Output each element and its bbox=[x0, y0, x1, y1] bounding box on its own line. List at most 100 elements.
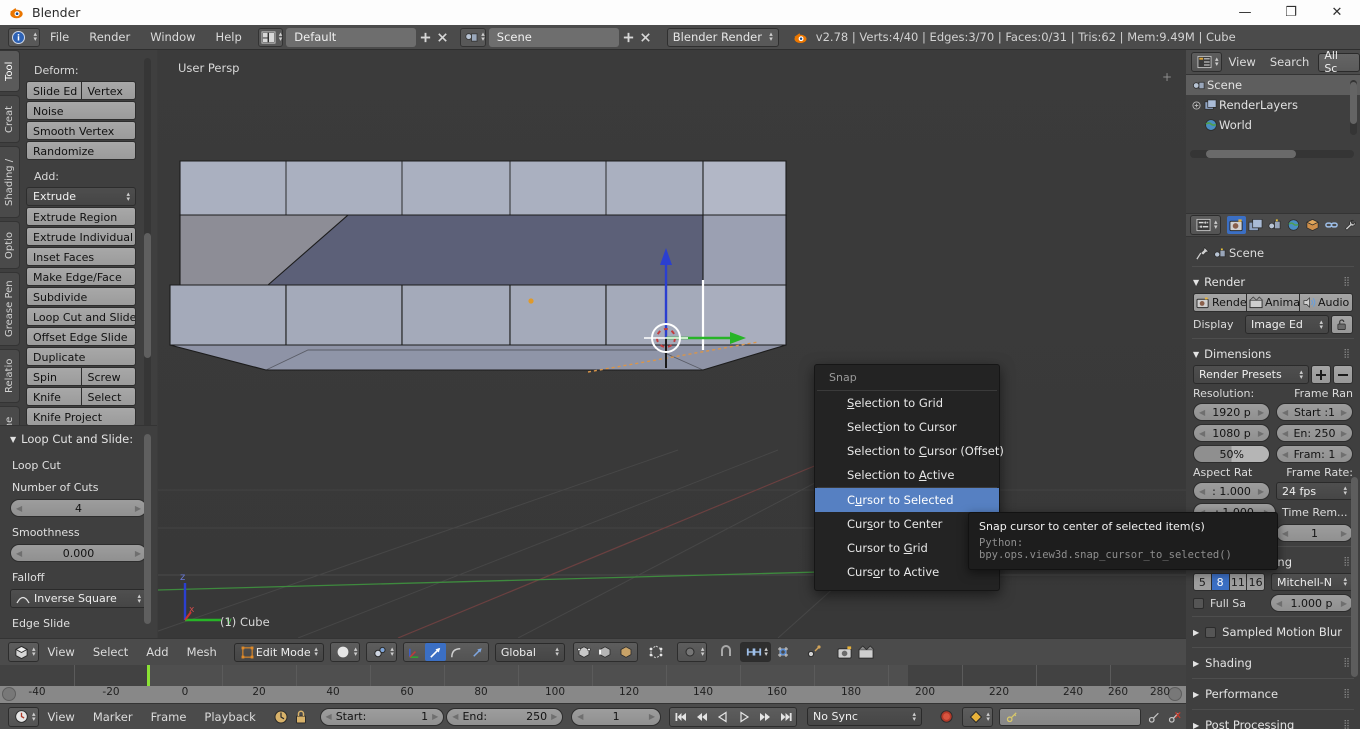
face-select-icon[interactable] bbox=[616, 643, 637, 661]
aa-sample-11[interactable]: 11 bbox=[1228, 574, 1247, 590]
drag-handle-icon[interactable]: ⣿ bbox=[1343, 689, 1351, 699]
minimize-button[interactable]: — bbox=[1222, 0, 1268, 25]
render-presets-dropdown[interactable]: Render Presets ▴ ▾ bbox=[1193, 365, 1309, 384]
increment-icon[interactable]: ▶ bbox=[135, 549, 141, 558]
pivot-center-icon[interactable] bbox=[804, 643, 825, 661]
timeline-menu-frame[interactable]: Frame bbox=[142, 710, 196, 724]
expand-icon[interactable] bbox=[1190, 100, 1202, 110]
drag-handle-icon[interactable]: ⣿ bbox=[1343, 277, 1351, 287]
properties-tab-modifiers[interactable] bbox=[1341, 216, 1360, 234]
snap-element-dropdown[interactable]: ▴ ▾ bbox=[740, 642, 771, 662]
menu-window[interactable]: Window bbox=[140, 25, 205, 50]
decrement-icon[interactable]: ◀ bbox=[16, 549, 22, 558]
tool-knife-select[interactable]: Knife Select bbox=[26, 387, 136, 406]
lock-interface-button[interactable] bbox=[1331, 315, 1353, 334]
play-icon[interactable] bbox=[733, 708, 754, 726]
performance-panel-header[interactable]: ▶ Performance ⣿ bbox=[1186, 683, 1360, 705]
properties-scrollbar[interactable] bbox=[1351, 477, 1358, 677]
tool-duplicate[interactable]: Duplicate bbox=[26, 347, 136, 366]
tool-knife[interactable]: Knife bbox=[27, 388, 81, 405]
decrement-icon[interactable]: ◀ bbox=[1199, 487, 1205, 496]
frame-end-field[interactable]: ◀ End: 250 ▶ bbox=[446, 707, 564, 726]
frame-start-field[interactable]: ◀ Start :1 ▶ bbox=[1276, 403, 1353, 421]
decrement-icon[interactable]: ◀ bbox=[1282, 450, 1288, 459]
fast-forward-icon[interactable] bbox=[754, 708, 775, 726]
tool-select[interactable]: Select bbox=[80, 388, 136, 405]
render-panel-header[interactable]: ▼ Render ⣿ bbox=[1186, 271, 1360, 293]
number-of-cuts-field[interactable]: ◀ 4 ▶ bbox=[10, 499, 147, 517]
properties-tab-renderlayers[interactable] bbox=[1246, 216, 1265, 234]
timeline-editor-type-button[interactable]: ▴ ▾ bbox=[8, 706, 39, 727]
increment-icon[interactable]: ▶ bbox=[1341, 529, 1347, 538]
outliner-scrollbar[interactable] bbox=[1350, 80, 1357, 135]
operator-panel-scrollbar[interactable] bbox=[144, 434, 151, 624]
tool-loop-cut-and-slide[interactable]: Loop Cut and Slide bbox=[26, 307, 136, 326]
render-camera-icon[interactable] bbox=[835, 643, 856, 661]
smoothness-field[interactable]: ◀ 0.000 ▶ bbox=[10, 544, 147, 562]
time-remap-new-field[interactable]: ◀ 1 ▶ bbox=[1276, 524, 1353, 542]
rewind-icon[interactable] bbox=[691, 708, 712, 726]
increment-icon[interactable]: ▶ bbox=[649, 712, 655, 721]
snap-magnet-icon[interactable] bbox=[715, 643, 736, 661]
increment-icon[interactable]: ▶ bbox=[1341, 450, 1347, 459]
delete-screen-button[interactable] bbox=[435, 29, 450, 46]
decrement-icon[interactable]: ◀ bbox=[1199, 408, 1205, 417]
tool-vertex[interactable]: Vertex bbox=[80, 82, 136, 99]
viewport-menu-add[interactable]: Add bbox=[137, 645, 177, 659]
viewport-shading-dropdown[interactable]: ▴ ▾ bbox=[329, 642, 361, 662]
add-screen-button[interactable] bbox=[418, 29, 433, 46]
rotate-manipulator-icon[interactable] bbox=[424, 643, 446, 661]
screen-name-field[interactable]: Default bbox=[286, 27, 417, 47]
screen-layout-selector[interactable]: ▴ ▾ bbox=[257, 27, 284, 47]
shading-panel-header[interactable]: ▶ Shading ⣿ bbox=[1186, 652, 1360, 674]
tool-spin[interactable]: Spin bbox=[27, 368, 81, 385]
increment-icon[interactable]: ▶ bbox=[1258, 429, 1264, 438]
properties-tab-world[interactable] bbox=[1284, 216, 1303, 234]
drag-handle-icon[interactable]: ⣿ bbox=[1343, 720, 1351, 729]
maximize-button[interactable]: ❐ bbox=[1268, 0, 1314, 25]
render-engine-selector[interactable]: Blender Render ▴ ▾ bbox=[666, 27, 779, 47]
increment-icon[interactable]: ▶ bbox=[1258, 408, 1264, 417]
decrement-icon[interactable]: ◀ bbox=[452, 712, 458, 721]
tool-smooth-vertex[interactable]: Smooth Vertex bbox=[26, 121, 136, 140]
toolshelf-tab-grease-pencil[interactable]: Grease Pen bbox=[0, 272, 20, 346]
pin-icon[interactable] bbox=[1193, 244, 1211, 262]
edge-select-icon[interactable] bbox=[595, 643, 616, 661]
menu-help[interactable]: Help bbox=[206, 25, 252, 50]
increment-icon[interactable]: ▶ bbox=[432, 712, 438, 721]
keying-set-field[interactable] bbox=[998, 707, 1142, 726]
dimensions-panel-header[interactable]: ▼ Dimensions ⣿ bbox=[1186, 343, 1360, 365]
resolution-percent-slider[interactable]: 50% bbox=[1193, 445, 1270, 463]
properties-tab-scene[interactable] bbox=[1265, 216, 1284, 234]
toolshelf-scrollbar[interactable] bbox=[144, 58, 151, 458]
increment-icon[interactable]: ▶ bbox=[1341, 599, 1347, 608]
viewport-editor-type-button[interactable]: ▴ ▾ bbox=[8, 642, 39, 662]
tool-offset-edge-slide[interactable]: Offset Edge Slide bbox=[26, 327, 136, 346]
outliner-display-mode-dropdown[interactable]: All Sc bbox=[1318, 49, 1360, 75]
decrement-icon[interactable]: ◀ bbox=[326, 712, 332, 721]
motion-blur-checkbox[interactable] bbox=[1205, 626, 1217, 638]
vertex-select-icon[interactable] bbox=[574, 643, 595, 661]
properties-editor-type-button[interactable]: ▴ ▾ bbox=[1190, 215, 1221, 235]
scale-manipulator-icon[interactable] bbox=[446, 643, 467, 661]
increment-icon[interactable]: ▶ bbox=[1341, 408, 1347, 417]
snap-selection-to-grid[interactable]: Selection to Grid bbox=[815, 391, 999, 415]
outliner-editor-type-button[interactable]: ▴ ▾ bbox=[1191, 52, 1222, 72]
snap-selection-to-cursor-offset[interactable]: Selection to Cursor (Offset) bbox=[815, 439, 1004, 463]
outliner-editor[interactable]: ▴ ▾ View Search All Sc Scene RenderLayer… bbox=[1186, 49, 1360, 162]
limit-selection-icon[interactable] bbox=[646, 643, 667, 661]
viewport-menu-select[interactable]: Select bbox=[84, 645, 137, 659]
decrement-icon[interactable]: ◀ bbox=[16, 504, 22, 513]
viewport-menu-view[interactable]: View bbox=[39, 645, 84, 659]
timeline-editor[interactable]: -40 -20 0 20 40 60 80 100 120 140 160 18… bbox=[0, 665, 1186, 703]
manipulator-arrow-icon[interactable] bbox=[467, 643, 488, 661]
tool-slide-edge-vertex[interactable]: Slide Ed Vertex bbox=[26, 81, 136, 100]
full-sample-checkbox[interactable] bbox=[1193, 597, 1204, 609]
scene-name-field[interactable]: Scene bbox=[488, 27, 619, 47]
decrement-icon[interactable]: ◀ bbox=[1276, 599, 1282, 608]
transform-orientation-dropdown[interactable]: Global ▴ ▾ bbox=[494, 642, 565, 662]
properties-tab-constraints[interactable] bbox=[1322, 216, 1341, 234]
tool-noise[interactable]: Noise bbox=[26, 101, 136, 120]
menu-file[interactable]: File bbox=[40, 25, 79, 50]
filter-size-field[interactable]: ◀ 1.000 p ▶ bbox=[1270, 594, 1353, 612]
